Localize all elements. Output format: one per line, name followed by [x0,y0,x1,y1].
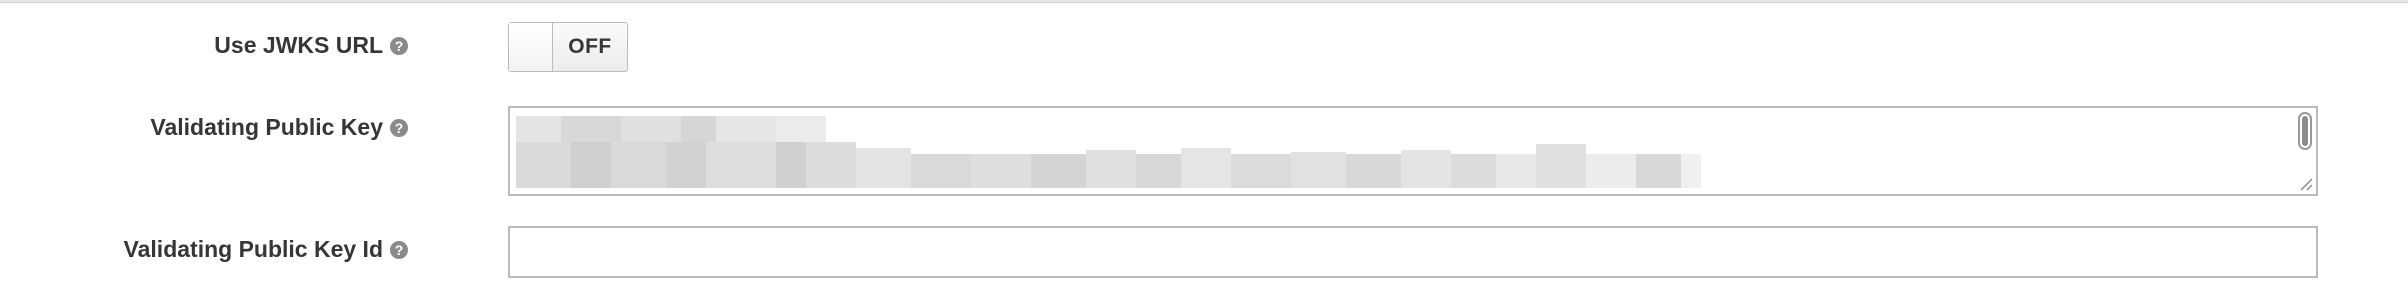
use-jwks-url-label: Use JWKS URL ? [214,32,408,59]
use-jwks-url-label-text: Use JWKS URL [214,32,383,58]
validating-public-key-label-text: Validating Public Key [150,114,383,140]
use-jwks-url-toggle[interactable]: OFF [508,22,628,72]
scrollbar[interactable] [2298,112,2312,150]
use-jwks-url-row: Use JWKS URL ? OFF [0,0,2408,90]
validating-public-key-textarea[interactable] [508,106,2318,196]
question-circle-icon[interactable]: ? [390,240,408,259]
question-circle-icon[interactable]: ? [390,36,408,55]
toggle-state-text: OFF [568,35,612,58]
validating-public-key-id-label: Validating Public Key Id ? [124,236,408,263]
scrollbar-thumb[interactable] [2302,116,2308,146]
question-circle-icon[interactable]: ? [390,118,408,137]
validating-public-key-id-label-text: Validating Public Key Id [123,236,383,262]
toggle-knob[interactable] [509,23,553,71]
validating-public-key-id-input[interactable] [508,226,2318,278]
validating-public-key-label: Validating Public Key ? [150,114,408,141]
redacted-key-content [516,114,2286,188]
resize-grip-icon[interactable] [2298,176,2314,192]
